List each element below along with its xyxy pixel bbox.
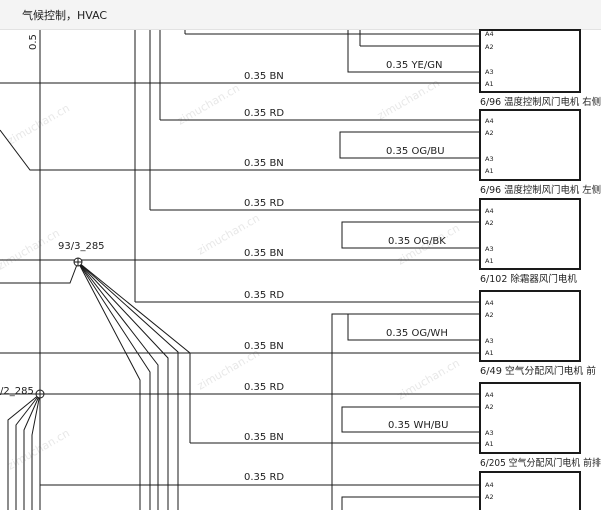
pin-label: A1 <box>485 440 494 448</box>
wiring-diagram: zimuchan.cn zimuchan.cn zimuchan.cn zimu… <box>0 29 601 510</box>
wire-segment <box>77 261 159 510</box>
wire-segment <box>77 261 179 510</box>
wire-label: 0.35 BN <box>244 341 284 352</box>
watermark: zimuchan.cn <box>5 426 72 472</box>
pin-label: A2 <box>485 311 494 319</box>
pin-label: A2 <box>485 493 494 501</box>
wire-label: 0.35 RD <box>244 198 284 209</box>
component-box <box>479 382 581 454</box>
pin-label: A4 <box>485 391 494 399</box>
pin-label: A2 <box>485 219 494 227</box>
pin-label: A3 <box>485 245 494 253</box>
component-box <box>479 29 581 93</box>
pin-label: A1 <box>485 349 494 357</box>
watermark: zimuchan.cn <box>5 101 72 147</box>
pin-label: A1 <box>485 80 494 88</box>
component-label: 6/96 温度控制风门电机 左侧 <box>480 184 601 196</box>
wire-label: 0.35 RD <box>244 290 284 301</box>
wire-label: 0.35 WH/BU <box>388 420 448 431</box>
splice-label: 93/3_285 <box>58 241 105 252</box>
wire-label: 0.35 BN <box>244 432 284 443</box>
wire-segment <box>77 261 141 510</box>
wire-label: 0.35 BN <box>244 71 284 82</box>
wire-label: 0.35 RD <box>244 472 284 483</box>
component-label: 6/102 除霜器风门电机 <box>480 273 577 285</box>
component-box <box>479 198 581 270</box>
watermark: zimuchan.cn <box>0 226 62 272</box>
splice-marker <box>73 257 83 267</box>
pin-label: A2 <box>485 129 494 137</box>
pin-label: A1 <box>485 257 494 265</box>
wire-label: 0.35 BN <box>244 158 284 169</box>
pin-label: A2 <box>485 403 494 411</box>
wire-label: 0.35 YE/GN <box>386 60 442 71</box>
pin-label: A2 <box>485 43 494 51</box>
watermark: zimuchan.cn <box>175 81 242 127</box>
wire-segment <box>331 313 480 510</box>
wire-segment <box>77 261 151 510</box>
component-box <box>479 471 581 510</box>
pin-label: A4 <box>485 299 494 307</box>
component-label: 6/49 空气分配风门电机 前 <box>480 365 596 377</box>
pin-label: A4 <box>485 481 494 489</box>
wire-label: 0.35 OG/BU <box>386 146 445 157</box>
pin-label: A1 <box>485 167 494 175</box>
edge-label: 0.5 <box>28 34 39 50</box>
pin-label: A4 <box>485 117 494 125</box>
pin-label: A4 <box>485 207 494 215</box>
component-label: 6/96 温度控制风门电机 右侧 <box>480 96 601 108</box>
pin-label: A3 <box>485 68 494 76</box>
splice-label: /2_285 <box>0 386 34 397</box>
component-box <box>479 109 581 181</box>
watermark-group: zimuchan.cn zimuchan.cn zimuchan.cn zimu… <box>0 76 462 472</box>
pin-label: A3 <box>485 337 494 345</box>
wire-label: 0.35 OG/BK <box>388 236 446 247</box>
pin-label: A3 <box>485 429 494 437</box>
component-box <box>479 290 581 362</box>
watermark: zimuchan.cn <box>395 356 462 402</box>
pin-label: A3 <box>485 155 494 163</box>
component-label: 6/205 空气分配风门电机 前排 <box>480 457 601 469</box>
wire-label: 0.35 RD <box>244 382 284 393</box>
wire-label: 0.35 BN <box>244 248 284 259</box>
splice-marker <box>35 389 45 399</box>
wire-segment <box>341 496 480 510</box>
pin-label: A4 <box>485 30 494 38</box>
wire-label: 0.35 OG/WH <box>386 328 448 339</box>
wire-label: 0.35 RD <box>244 108 284 119</box>
